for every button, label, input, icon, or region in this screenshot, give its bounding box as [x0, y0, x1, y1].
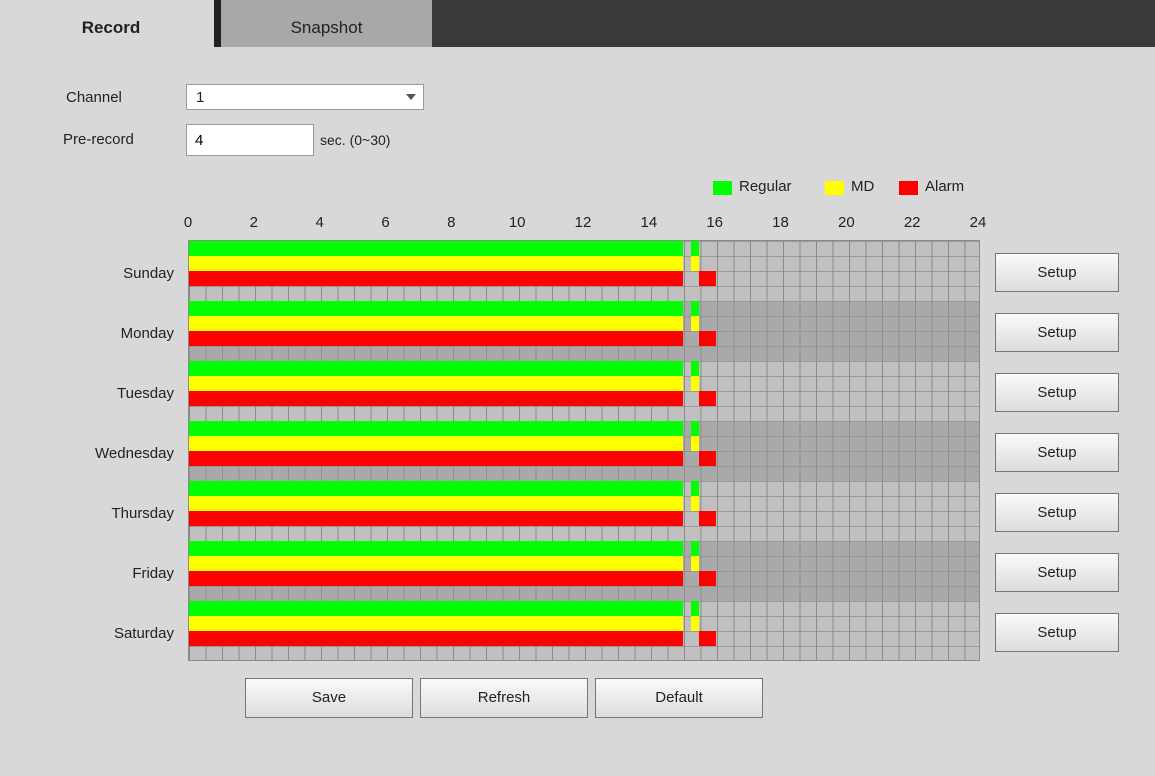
alarm-period-bar: [189, 631, 683, 646]
regular-period-bar: [690, 421, 700, 436]
hour-tick-label: 14: [640, 214, 658, 231]
md-period-bar: [189, 376, 683, 391]
tab-snapshot[interactable]: Snapshot: [221, 0, 432, 47]
alarm-period-bar: [189, 511, 683, 526]
alarm-period-bar: [699, 271, 716, 286]
setup-button-saturday[interactable]: Setup: [995, 613, 1119, 652]
regular-period-bar: [690, 301, 700, 316]
legend-swatch-md: [825, 181, 844, 195]
legend-label-alarm: Alarm: [925, 178, 965, 195]
md-period-bar: [189, 316, 683, 331]
md-period-bar: [690, 436, 700, 451]
md-period-bar: [189, 256, 683, 271]
alarm-period-bar: [699, 511, 716, 526]
tab-bar: Record Snapshot: [0, 0, 1155, 47]
md-period-bar: [690, 256, 700, 271]
hour-tick-label: 12: [574, 214, 592, 231]
hour-tick-label: 10: [508, 214, 526, 231]
alarm-period-bar: [699, 631, 716, 646]
setup-button-friday[interactable]: Setup: [995, 553, 1119, 592]
legend-label-regular: Regular: [739, 178, 792, 195]
schedule-row-friday[interactable]: [189, 541, 979, 601]
regular-period-bar: [189, 481, 683, 496]
alarm-period-bar: [189, 451, 683, 466]
schedule-row-tuesday[interactable]: [189, 361, 979, 421]
setup-button-thursday[interactable]: Setup: [995, 493, 1119, 532]
alarm-period-bar: [699, 571, 716, 586]
schedule-row-thursday[interactable]: [189, 481, 979, 541]
setup-button-tuesday[interactable]: Setup: [995, 373, 1119, 412]
setup-button-sunday[interactable]: Setup: [995, 253, 1119, 292]
alarm-period-bar: [699, 331, 716, 346]
hour-tick-label: 0: [183, 214, 193, 231]
prerecord-unit: sec. (0~30): [320, 132, 391, 148]
md-period-bar: [690, 316, 700, 331]
hour-tick-label: 20: [837, 214, 855, 231]
alarm-period-bar: [189, 391, 683, 406]
day-label: Monday: [120, 325, 174, 342]
setup-button-wednesday[interactable]: Setup: [995, 433, 1119, 472]
md-period-bar: [690, 376, 700, 391]
day-label: Saturday: [113, 625, 174, 642]
md-period-bar: [690, 556, 700, 571]
channel-select-value: 1: [196, 89, 205, 106]
alarm-period-bar: [189, 271, 683, 286]
alarm-period-bar: [699, 391, 716, 406]
hour-tick-label: 8: [447, 214, 456, 231]
hour-tick-label: 16: [706, 214, 723, 231]
regular-period-bar: [690, 361, 700, 376]
md-period-bar: [189, 616, 683, 631]
channel-select[interactable]: 1: [186, 84, 424, 110]
chevron-down-icon[interactable]: [399, 85, 423, 109]
tab-separator: [214, 0, 221, 47]
md-period-bar: [189, 436, 683, 451]
legend-label-md: MD: [851, 178, 875, 195]
regular-period-bar: [189, 361, 683, 376]
prerecord-label: Pre-record: [63, 131, 134, 148]
day-label: Tuesday: [117, 385, 174, 402]
legend-swatch-regular: [713, 181, 732, 195]
channel-label: Channel: [66, 89, 122, 106]
schedule-row-wednesday[interactable]: [189, 421, 979, 481]
day-label: Friday: [132, 565, 174, 582]
day-label: Thursday: [111, 505, 174, 522]
hour-tick-label: 4: [315, 214, 324, 231]
schedule-row-sunday[interactable]: [189, 241, 979, 301]
md-period-bar: [189, 496, 683, 511]
md-period-bar: [690, 616, 700, 631]
alarm-period-bar: [189, 331, 683, 346]
regular-period-bar: [690, 481, 700, 496]
regular-period-bar: [690, 241, 700, 256]
md-period-bar: [189, 556, 683, 571]
regular-period-bar: [189, 301, 683, 316]
regular-period-bar: [189, 601, 683, 616]
default-button[interactable]: Default: [595, 678, 763, 718]
hour-tick-label: 22: [903, 214, 921, 231]
save-button[interactable]: Save: [245, 678, 413, 718]
prerecord-input[interactable]: [186, 124, 314, 156]
hour-tick-label: 18: [772, 214, 789, 231]
day-label: Wednesday: [95, 445, 174, 462]
hour-tick-label: 2: [249, 214, 258, 231]
hour-tick-label: 6: [381, 214, 390, 231]
regular-period-bar: [189, 241, 683, 256]
alarm-period-bar: [189, 571, 683, 586]
alarm-period-bar: [699, 451, 716, 466]
tab-bar-spacer: [0, 0, 8, 47]
day-label: Sunday: [123, 265, 174, 282]
tab-bar-fill: [432, 0, 1155, 47]
tab-record[interactable]: Record: [8, 0, 214, 47]
regular-period-bar: [690, 541, 700, 556]
refresh-button[interactable]: Refresh: [420, 678, 588, 718]
md-period-bar: [690, 496, 700, 511]
schedule-row-monday[interactable]: [189, 301, 979, 361]
regular-period-bar: [189, 421, 683, 436]
hour-tick-label: 24: [969, 214, 987, 231]
setup-button-monday[interactable]: Setup: [995, 313, 1119, 352]
regular-period-bar: [690, 601, 700, 616]
schedule-row-saturday[interactable]: [189, 601, 979, 661]
legend-swatch-alarm: [899, 181, 918, 195]
regular-period-bar: [189, 541, 683, 556]
